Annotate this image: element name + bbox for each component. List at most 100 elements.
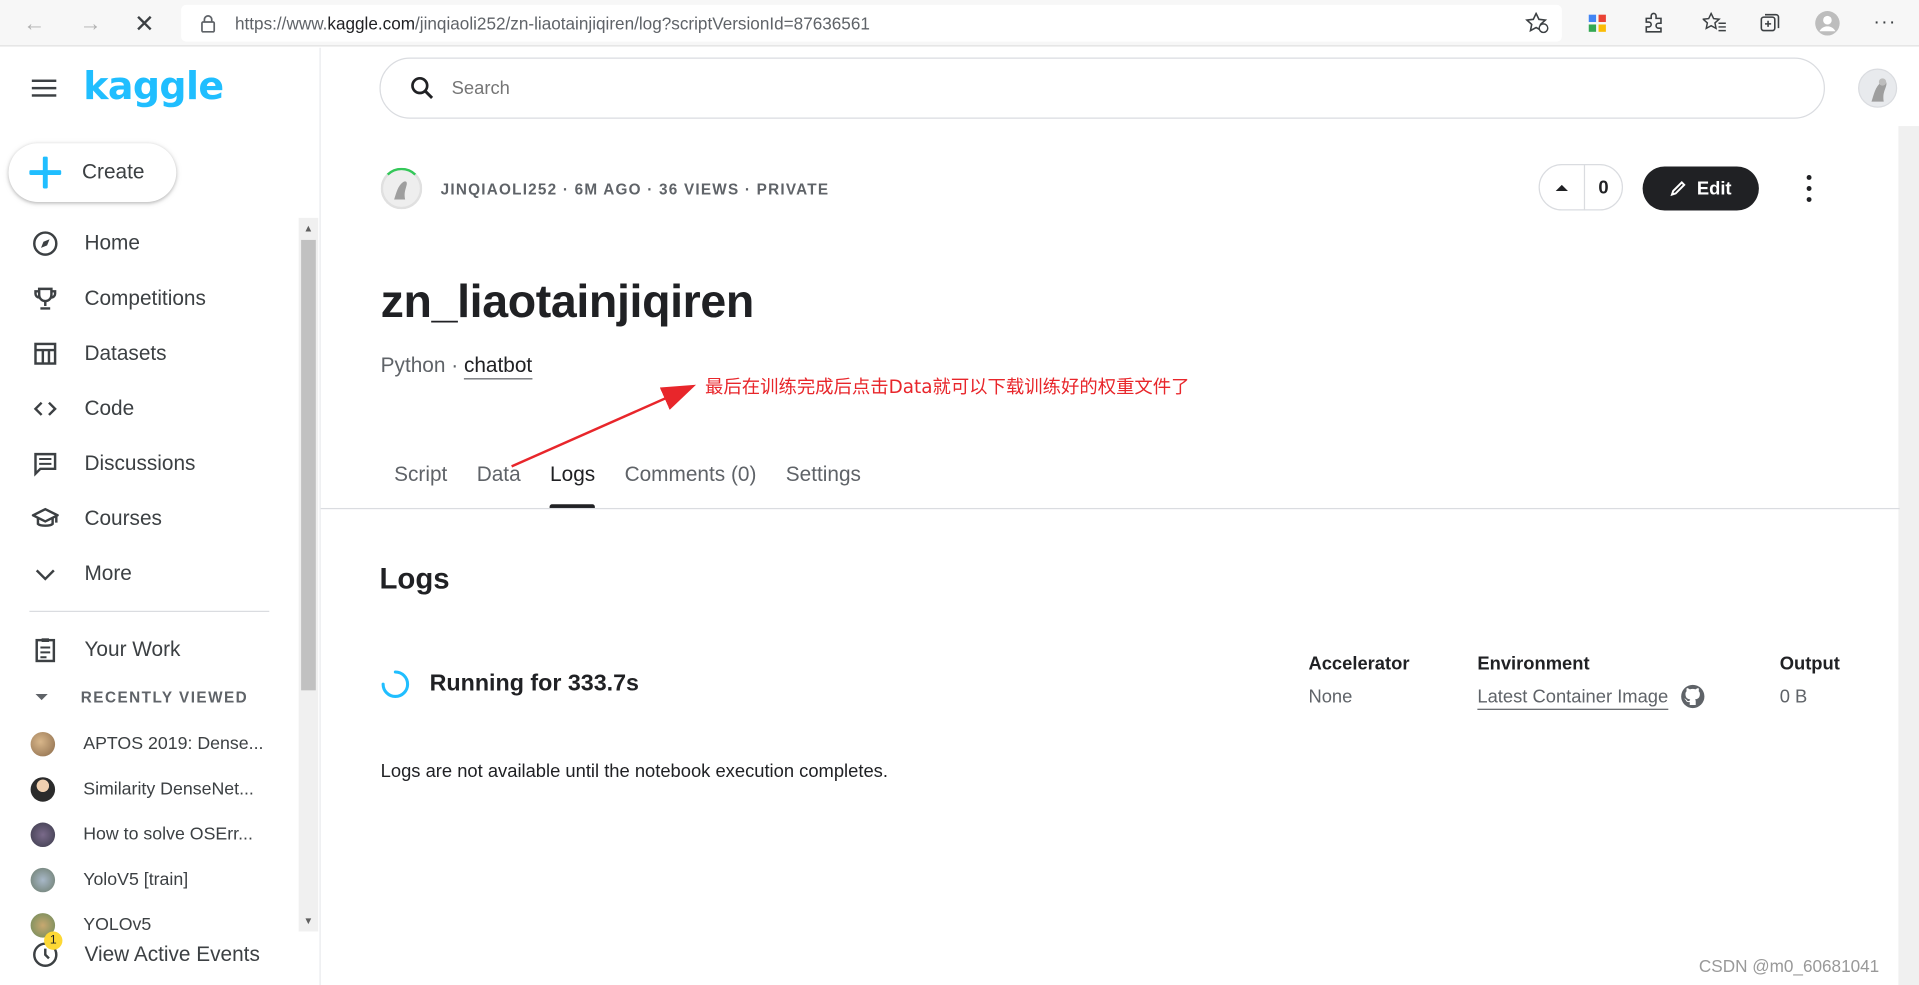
environment-label: Environment	[1477, 653, 1590, 675]
collections-icon[interactable]	[1584, 10, 1611, 37]
more-vert-icon[interactable]	[1797, 175, 1821, 202]
events-badge: 1	[44, 931, 63, 950]
list-item[interactable]: APTOS 2019: Dense...	[30, 731, 264, 758]
list-item[interactable]: How to solve OSErr...	[30, 821, 253, 848]
sidebar-item-competitions[interactable]: Competitions	[29, 279, 206, 318]
sidebar-item-your-work[interactable]: Your Work	[29, 630, 180, 669]
create-label: Create	[82, 160, 145, 184]
run-status: Running for 333.7s	[429, 670, 639, 697]
github-icon[interactable]	[1680, 684, 1705, 708]
sidebar-item-label: Competitions	[84, 286, 206, 310]
collections-tab-icon[interactable]	[1756, 10, 1783, 37]
search-bar[interactable]	[379, 57, 1825, 119]
accelerator-label: Accelerator	[1308, 653, 1410, 675]
code-icon	[29, 393, 61, 425]
sidebar-item-datasets[interactable]: Datasets	[29, 334, 167, 373]
upvote-button[interactable]: 0	[1538, 164, 1624, 211]
sidebar-divider	[29, 610, 270, 612]
search-input[interactable]	[451, 77, 1554, 99]
environment-link[interactable]: Latest Container Image	[1477, 687, 1669, 710]
sidebar-item-discussions[interactable]: Discussions	[29, 444, 195, 483]
events-icon: 1	[29, 931, 63, 971]
sidebar-item-more[interactable]: More	[29, 554, 132, 593]
recent-item-title: APTOS 2019: Dense...	[83, 734, 264, 754]
list-item[interactable]: Similarity DenseNet...	[30, 776, 254, 803]
plus-icon	[28, 155, 62, 189]
avatar	[30, 867, 56, 893]
address-bar[interactable]: https://www.kaggle.com/jinqiaoli252/zn-l…	[181, 4, 1562, 42]
stop-loading-icon[interactable]: ✕	[130, 9, 159, 38]
compass-icon	[29, 228, 61, 260]
recent-item-title: How to solve OSErr...	[83, 824, 253, 845]
output-label: Output	[1779, 653, 1840, 675]
recently-viewed-label: RECENTLY VIEWED	[80, 689, 249, 707]
output-info: Output 0 B	[1780, 654, 1840, 708]
chevron-down-icon	[29, 558, 61, 590]
accelerator-value: None	[1308, 686, 1353, 708]
notebook-subtitle: Python · chatbot	[380, 353, 533, 380]
recently-viewed-header[interactable]: RECENTLY VIEWED	[34, 689, 248, 706]
sidebar-item-label: Datasets	[84, 341, 167, 365]
page-title: zn_liaotainjiqiren	[380, 276, 755, 329]
accelerator-info: Accelerator None	[1308, 654, 1409, 708]
logs-heading: Logs	[379, 563, 450, 597]
profile-icon[interactable]	[1814, 10, 1841, 37]
school-icon	[29, 503, 61, 535]
edit-button[interactable]: Edit	[1642, 166, 1759, 211]
forward-icon[interactable]: →	[76, 9, 105, 38]
scrollbar-thumb[interactable]	[301, 239, 316, 691]
tab-data[interactable]: Data	[477, 463, 521, 508]
view-active-events[interactable]: 1 View Active Events	[29, 931, 260, 971]
watermark: CSDN @m0_60681041	[1698, 955, 1880, 976]
sidebar-scrollbar[interactable]: ▲ ▼	[298, 217, 319, 932]
recent-item-title: Similarity DenseNet...	[83, 779, 254, 800]
logs-note: Logs are not available until the noteboo…	[380, 761, 888, 783]
sidebar-item-courses[interactable]: Courses	[29, 499, 162, 538]
trophy-icon	[29, 283, 61, 315]
page-scrollbar[interactable]	[1898, 126, 1919, 985]
author-avatar[interactable]	[380, 167, 423, 210]
tab-comments[interactable]: Comments (0)	[625, 463, 757, 508]
more-options-icon[interactable]: ···	[1871, 10, 1898, 37]
sidebar-item-label: More	[84, 561, 132, 586]
create-button[interactable]: Create	[8, 143, 177, 202]
spinner-icon	[381, 670, 410, 698]
tab-settings[interactable]: Settings	[786, 463, 861, 508]
edit-label: Edit	[1696, 178, 1732, 199]
avatar	[30, 822, 56, 848]
url-text: https://www.kaggle.com/jinqiaoli252/zn-l…	[235, 13, 870, 34]
output-value: 0 B	[1779, 686, 1808, 708]
sidebar-item-code[interactable]: Code	[29, 389, 134, 428]
sidebar-item-label: Your Work	[84, 637, 181, 661]
kaggle-logo[interactable]: kaggle	[83, 65, 224, 109]
notebook-meta: JINQIAOLI252 · 6M AGO · 36 VIEWS · PRIVA…	[440, 181, 830, 199]
tab-script[interactable]: Script	[394, 463, 447, 508]
notebook-tabs: Script Data Logs Comments (0) Settings	[379, 463, 875, 510]
avatar	[30, 731, 56, 757]
annotation-text: 最后在训练完成后点击Data就可以下载训练好的权重文件了	[705, 375, 1190, 398]
browser-toolbar: ← → ✕ https://www.kaggle.com/jinqiaoli25…	[0, 0, 1919, 47]
tab-logs[interactable]: Logs	[550, 463, 595, 508]
back-icon[interactable]: ←	[20, 9, 49, 38]
tabs-divider	[320, 507, 1900, 510]
caret-down-icon	[35, 694, 48, 701]
pencil-icon	[1670, 180, 1687, 197]
extensions-icon[interactable]	[1640, 10, 1667, 37]
user-avatar[interactable]	[1858, 68, 1898, 108]
tag-link[interactable]: chatbot	[463, 353, 533, 380]
list-item[interactable]: YoloV5 [train]	[30, 867, 189, 894]
favorites-icon[interactable]	[1701, 10, 1728, 37]
clipboard-icon	[29, 634, 61, 666]
table-icon	[29, 338, 61, 370]
add-favorite-icon[interactable]	[1525, 12, 1549, 34]
lock-icon	[201, 15, 216, 33]
sidebar-item-home[interactable]: Home	[29, 224, 140, 263]
recent-item-title: YOLOv5	[83, 915, 152, 936]
search-icon	[411, 76, 434, 99]
scroll-up-icon[interactable]: ▲	[304, 223, 314, 234]
scroll-down-icon[interactable]: ▼	[304, 916, 314, 927]
events-label: View Active Events	[84, 942, 260, 966]
language-label: Python ·	[380, 353, 464, 377]
sidebar-item-label: Courses	[84, 506, 162, 530]
menu-icon[interactable]	[31, 79, 57, 97]
